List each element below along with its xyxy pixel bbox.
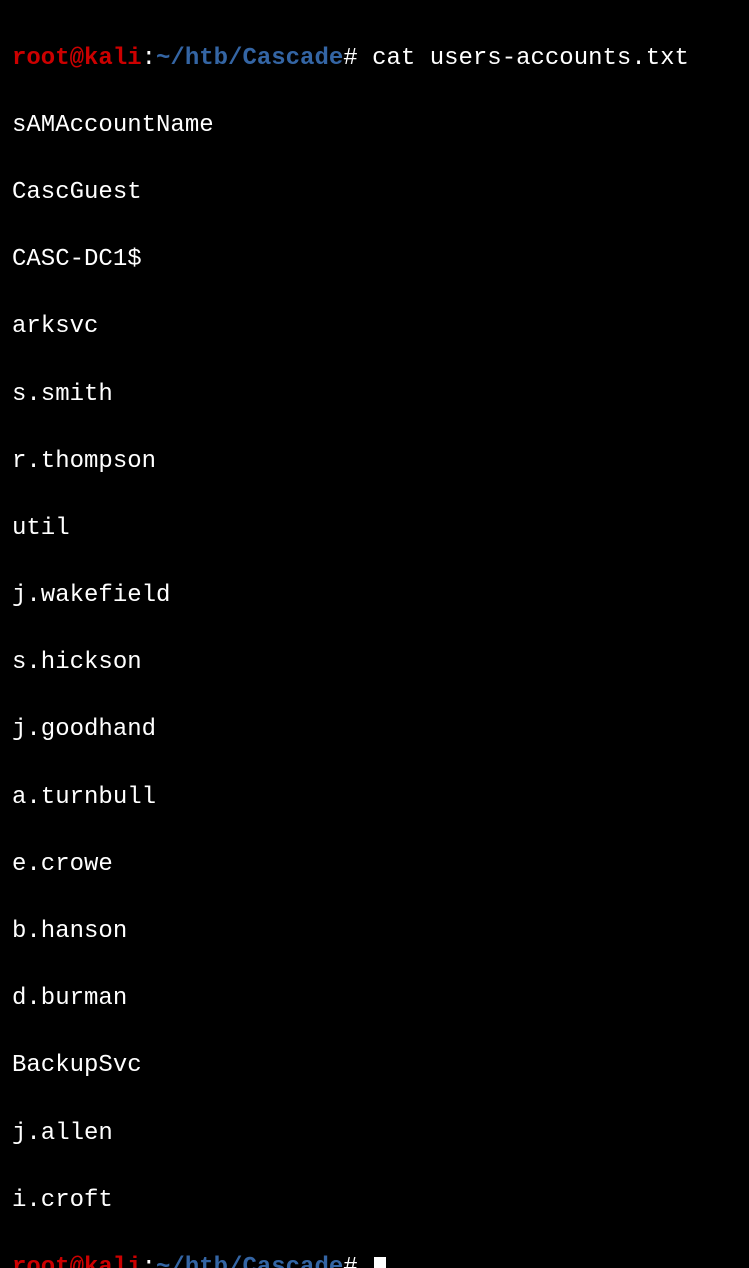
prompt-path: ~/htb/Cascade (156, 1254, 343, 1268)
output-line: r.thompson (12, 445, 737, 479)
output-line: e.crowe (12, 848, 737, 882)
prompt-user: root@kali (12, 1254, 142, 1268)
output-line: j.wakefield (12, 579, 737, 613)
output-line: BackupSvc (12, 1049, 737, 1083)
output-line: j.goodhand (12, 713, 737, 747)
output-line: s.smith (12, 378, 737, 412)
output-line: a.turnbull (12, 781, 737, 815)
prompt-path: ~/htb/Cascade (156, 45, 343, 72)
output-line: CascGuest (12, 176, 737, 210)
output-line: arksvc (12, 310, 737, 344)
output-line: s.hickson (12, 646, 737, 680)
output-line: i.croft (12, 1184, 737, 1218)
output-line: b.hanson (12, 915, 737, 949)
output-line: d.burman (12, 982, 737, 1016)
cursor-icon (374, 1257, 386, 1268)
prompt-hash: # (343, 45, 357, 72)
prompt-separator: : (142, 1254, 156, 1268)
prompt-hash: # (343, 1254, 357, 1268)
prompt-line-1: root@kali:~/htb/Cascade# cat users-accou… (12, 42, 737, 76)
terminal-window[interactable]: root@kali:~/htb/Cascade# cat users-accou… (12, 8, 737, 1268)
prompt-separator: : (142, 45, 156, 72)
output-line: sAMAccountName (12, 109, 737, 143)
command-text: cat users-accounts.txt (372, 45, 689, 72)
prompt-user: root@kali (12, 45, 142, 72)
output-line: j.allen (12, 1117, 737, 1151)
output-line: CASC-DC1$ (12, 243, 737, 277)
prompt-line-2[interactable]: root@kali:~/htb/Cascade# (12, 1251, 737, 1268)
output-line: util (12, 512, 737, 546)
